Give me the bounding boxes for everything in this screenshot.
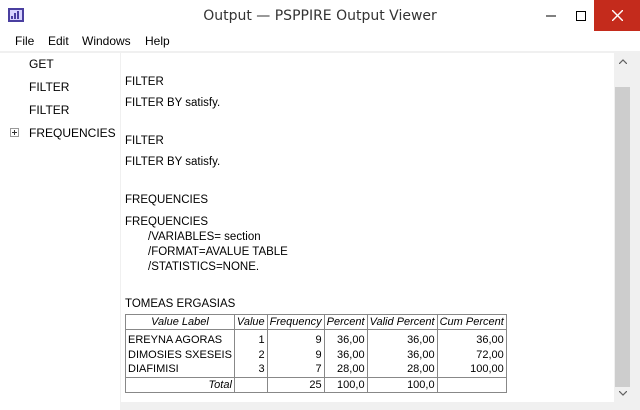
column-header-cum-percent: Cum Percent [436, 314, 507, 330]
column-header-value: Value [233, 314, 268, 330]
filter-2-heading: FILTER [125, 135, 164, 147]
cell-percent: 36,00 [323, 329, 368, 347]
menu-edit[interactable]: Edit [48, 34, 69, 48]
cell-label: DIAFIMISI [125, 362, 235, 377]
frequency-table: Value Label Value Frequency Percent Vali… [125, 314, 507, 393]
table-caption: TOMEAS ERGASIAS [125, 298, 236, 310]
command-line: /FORMAT=AVALUE TABLE [148, 246, 288, 258]
cell-total-label: Total [125, 376, 235, 393]
cell-frequency: 7 [266, 362, 325, 377]
cell-percent: 100,0 [323, 376, 368, 393]
output-outline-tree: GET FILTER FILTER FREQUENCIES [0, 53, 120, 410]
cell-cum-percent: 36,00 [436, 329, 507, 347]
cell-valid-percent: 28,00 [366, 362, 438, 377]
cell-frequency: 25 [266, 376, 325, 393]
cell-valid-percent: 100,0 [366, 376, 438, 393]
column-header-valid-percent: Valid Percent [366, 314, 438, 330]
outline-item-frequencies[interactable]: FREQUENCIES [29, 126, 116, 140]
cell-cum-percent: 100,00 [436, 362, 507, 377]
menu-windows[interactable]: Windows [82, 34, 131, 48]
cell-label: EREYNA AGORAS [125, 329, 235, 347]
command-line: /VARIABLES= section [148, 231, 261, 243]
minimize-button[interactable] [535, 0, 567, 31]
table-row: DIAFIMISI 3 7 28,00 28,00 100,00 [125, 362, 507, 377]
table-row: EREYNA AGORAS 1 9 36,00 36,00 36,00 [125, 329, 507, 347]
cell-percent: 36,00 [323, 347, 368, 362]
cell-cum-percent [436, 376, 507, 393]
filter-1-command: FILTER BY satisfy. [125, 97, 221, 109]
table-total-row: Total 25 100,0 100,0 [125, 376, 507, 393]
cell-frequency: 9 [266, 329, 325, 347]
column-header-value-label: Value Label [125, 314, 235, 330]
title-bar: Output — PSPPIRE Output Viewer [0, 0, 640, 31]
minimize-icon [546, 15, 556, 16]
outline-item-filter-1[interactable]: FILTER [29, 80, 69, 94]
cell-percent: 28,00 [323, 362, 368, 377]
filter-2-command: FILTER BY satisfy. [125, 156, 221, 168]
maximize-icon [576, 10, 586, 21]
filter-1-heading: FILTER [125, 76, 164, 88]
menu-help[interactable]: Help [145, 34, 170, 48]
menu-file[interactable]: File [15, 34, 34, 48]
vertical-scrollbar[interactable] [614, 53, 631, 402]
output-pane: FILTER FILTER BY satisfy. FILTER FILTER … [121, 53, 614, 402]
table-row: DIMOSIES SXESEIS 2 9 36,00 36,00 72,00 [125, 347, 507, 362]
cell-value [233, 376, 268, 393]
cell-frequency: 9 [266, 347, 325, 362]
table-header-row: Value Label Value Frequency Percent Vali… [125, 314, 507, 330]
chevron-up-icon [618, 59, 627, 64]
menu-bar: File Edit Windows Help [0, 31, 640, 52]
column-header-frequency: Frequency [266, 314, 325, 330]
close-button[interactable] [594, 0, 640, 31]
window-border [631, 53, 640, 410]
maximize-button[interactable] [565, 0, 597, 31]
command-line: FREQUENCIES [125, 216, 209, 228]
outline-item-filter-2[interactable]: FILTER [29, 103, 69, 117]
cell-valid-percent: 36,00 [366, 347, 438, 362]
outline-item-get[interactable]: GET [29, 57, 54, 71]
cell-value: 3 [233, 362, 268, 377]
cell-value: 1 [233, 329, 268, 347]
frequencies-command: FREQUENCIES /VARIABLES= section /FORMAT=… [125, 215, 288, 275]
scroll-down-button[interactable] [614, 385, 631, 402]
frequencies-heading: FREQUENCIES [125, 194, 209, 206]
cell-cum-percent: 72,00 [436, 347, 507, 362]
scrollbar-thumb[interactable] [615, 87, 630, 387]
cell-valid-percent: 36,00 [366, 329, 438, 347]
cell-label: DIMOSIES SXESEIS [125, 347, 235, 362]
column-header-percent: Percent [323, 314, 368, 330]
command-line: /STATISTICS=NONE. [148, 261, 260, 273]
cell-value: 2 [233, 347, 268, 362]
close-icon [611, 10, 623, 21]
scroll-up-button[interactable] [614, 53, 631, 70]
expand-plus-icon[interactable] [10, 128, 19, 137]
chevron-down-icon [618, 391, 627, 396]
